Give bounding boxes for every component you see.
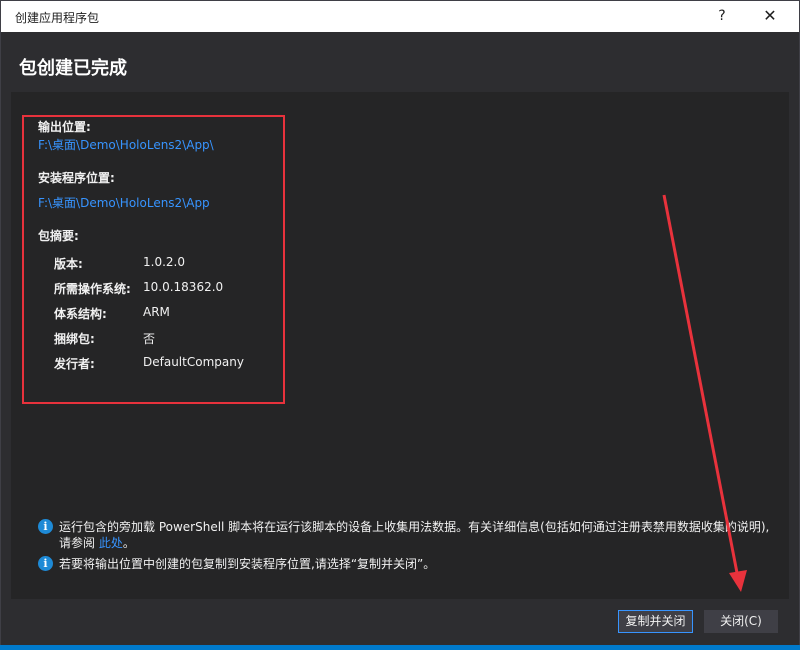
- info-row-telemetry: i 运行包含的旁加载 PowerShell 脚本将在运行该脚本的设备上收集用法数…: [38, 519, 778, 553]
- dialog-titlebar: 创建应用程序包 ? ✕: [1, 1, 799, 32]
- dialog-footer: 复制并关闭 关闭(C): [1, 599, 799, 645]
- output-location-link[interactable]: F:\桌面\Demo\HoloLens2\App\: [38, 136, 214, 153]
- output-location-label: 输出位置:: [38, 120, 91, 134]
- info-row-copy: i 若要将输出位置中创建的包复制到安装程序位置,请选择“复制并关闭”。: [38, 556, 778, 574]
- dialog-title: 创建应用程序包: [15, 11, 100, 25]
- dialog-header: 包创建已完成: [1, 32, 799, 92]
- info-text-copy: 若要将输出位置中创建的包复制到安装程序位置,请选择“复制并关闭”。: [59, 557, 436, 571]
- info-here-link[interactable]: 此处: [99, 536, 123, 550]
- copy-and-close-button[interactable]: 复制并关闭: [618, 610, 693, 633]
- version-key: 版本:: [54, 257, 83, 271]
- info-text-telemetry-line: 运行包含的旁加载 PowerShell 脚本将在运行该脚本的设备上收集用法数据。…: [59, 520, 770, 534]
- info-text-telemetry-refer: 请参阅: [59, 536, 99, 550]
- required-os-value: 10.0.18362.0: [143, 280, 224, 294]
- required-os-key: 所需操作系统:: [54, 282, 131, 296]
- installer-location-label: 安装程序位置:: [38, 171, 115, 185]
- publisher-value: DefaultCompany: [143, 355, 244, 369]
- architecture-key: 体系结构:: [54, 307, 107, 321]
- close-button[interactable]: 关闭(C): [704, 610, 778, 633]
- architecture-value: ARM: [143, 305, 170, 319]
- bundle-key: 捆绑包:: [54, 332, 95, 346]
- info-icon: i: [38, 519, 53, 534]
- publisher-key: 发行者:: [54, 357, 95, 371]
- version-value: 1.0.2.0: [143, 255, 185, 269]
- bundle-value: 否: [143, 332, 156, 346]
- page-title: 包创建已完成: [19, 58, 127, 79]
- package-summary-label: 包摘要:: [38, 229, 79, 243]
- close-window-button[interactable]: ✕: [757, 5, 783, 27]
- info-icon: i: [38, 556, 53, 571]
- help-button[interactable]: ?: [709, 5, 735, 27]
- installer-location-link[interactable]: F:\桌面\Demo\HoloLens2\App: [38, 194, 210, 211]
- info-text-telemetry: 运行包含的旁加载 PowerShell 脚本将在运行该脚本的设备上收集用法数据。…: [59, 519, 789, 551]
- info-text-telemetry-end: 。: [122, 536, 135, 550]
